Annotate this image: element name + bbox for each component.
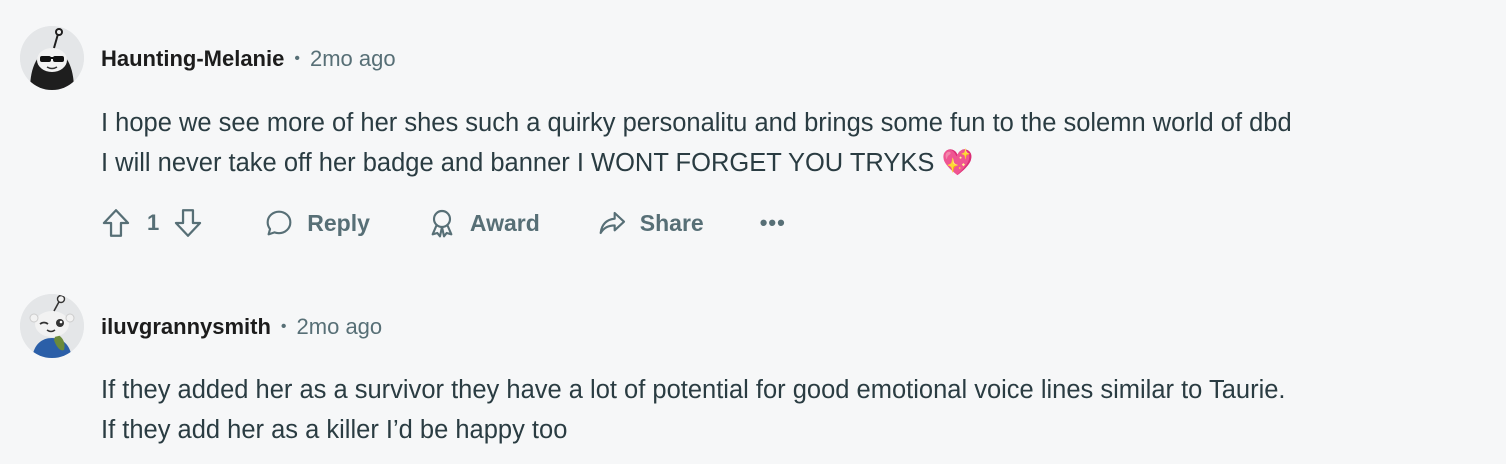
comment-actions: 1 Reply Award Share ••• [99, 204, 786, 242]
upvote-button[interactable] [99, 206, 133, 240]
speech-bubble-icon [266, 210, 292, 236]
award-label: Award [469, 209, 540, 236]
award-button[interactable]: Award [426, 207, 540, 239]
comment-body: I hope we see more of her shes such a qu… [101, 103, 1491, 183]
meta-separator: • [294, 50, 300, 67]
share-label: Share [639, 209, 704, 236]
username[interactable]: iluvgrannysmith [101, 314, 271, 340]
meta-separator: • [280, 318, 287, 335]
share-button[interactable]: Share [596, 207, 704, 239]
avatar[interactable] [20, 294, 84, 358]
timestamp[interactable]: 2mo ago [297, 314, 383, 340]
downvote-arrow-icon [175, 209, 202, 237]
vote-count: 1 [147, 210, 160, 235]
snoo-avatar-icon [20, 294, 84, 358]
reply-button[interactable]: Reply [263, 207, 370, 239]
avatar[interactable] [20, 26, 84, 90]
comment-meta: iluvgrannysmith • 2mo ago [101, 312, 382, 342]
comment-line: I hope we see more of her shes such a qu… [101, 109, 1292, 137]
username[interactable]: Haunting-Melanie [101, 46, 284, 72]
share-arrow-icon [599, 211, 625, 235]
more-horizontal-icon: ••• [759, 210, 786, 235]
more-options-button[interactable]: ••• [760, 210, 786, 236]
reply-label: Reply [307, 209, 370, 236]
timestamp[interactable]: 2mo ago [310, 46, 396, 72]
comment-thread: Haunting-Melanie • 2mo ago I hope we see… [0, 0, 1506, 464]
snoo-avatar-icon [20, 26, 84, 90]
comment-meta: Haunting-Melanie • 2mo ago [101, 44, 396, 74]
comment-line: If they add her as a killer I’d be happy… [101, 416, 568, 444]
downvote-button[interactable] [171, 206, 205, 240]
upvote-arrow-icon [102, 209, 130, 237]
award-ribbon-icon [431, 209, 453, 238]
comment-line: I will never take off her badge and bann… [101, 149, 974, 177]
comment-body: If they added her as a survivor they hav… [101, 370, 1491, 450]
comment-line: If they added her as a survivor they hav… [101, 376, 1286, 404]
